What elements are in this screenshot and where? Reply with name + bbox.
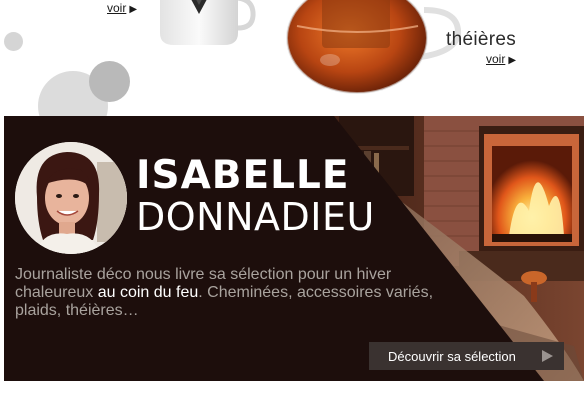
decor-circle-medium (89, 61, 130, 102)
voir-link-label: voir (107, 1, 127, 15)
cta-label: Découvrir sa sélection (388, 348, 516, 364)
description-highlight: au coin du feu (97, 284, 199, 301)
discover-selection-button[interactable]: Découvrir sa sélection (369, 342, 564, 370)
voir-link-teapots[interactable]: voir ▶ (486, 52, 516, 66)
journalist-first-name: ISABELLE (136, 153, 350, 198)
product-strip: voir ▶ théières voir ▶ (0, 0, 588, 116)
journalist-last-name: DONNADIEU (136, 195, 375, 239)
decor-circle-small (4, 32, 23, 51)
voir-link-label: voir (486, 52, 506, 66)
voir-link-mugs[interactable]: voir ▶ (107, 1, 137, 15)
teapot-product-image[interactable] (262, 0, 472, 100)
avatar (15, 142, 127, 254)
arrow-right-icon: ▶ (129, 4, 138, 15)
featured-journalist-banner[interactable]: ISABELLE DONNADIEU Journaliste déco nous… (4, 116, 584, 381)
mug-product-image[interactable] (150, 0, 260, 48)
banner-description: Journaliste déco nous livre sa sélection… (15, 266, 435, 320)
journalist-portrait-image (15, 142, 127, 254)
play-triangle-icon (542, 350, 553, 362)
teapots-category-label: théières (446, 29, 516, 50)
arrow-right-icon: ▶ (508, 55, 517, 66)
